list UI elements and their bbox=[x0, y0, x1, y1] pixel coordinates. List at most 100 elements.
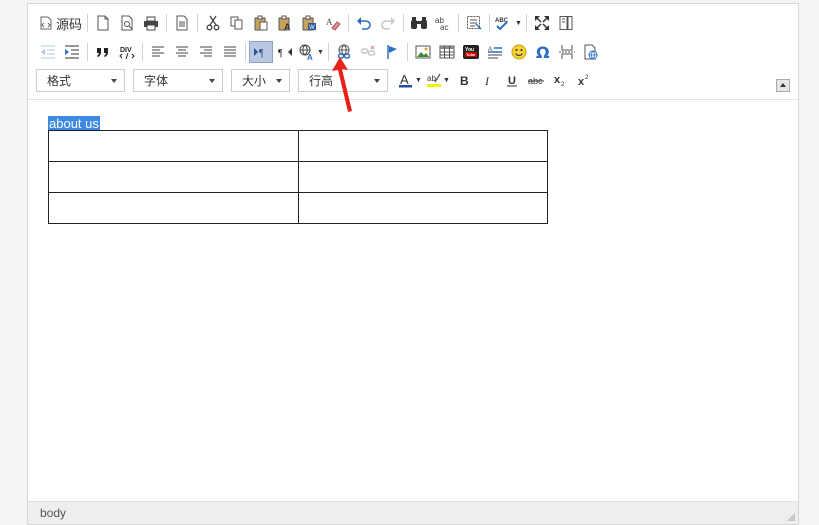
redo-icon bbox=[381, 17, 395, 30]
blockquote-button[interactable] bbox=[91, 41, 115, 63]
subscript-button[interactable]: x2 bbox=[548, 69, 572, 91]
element-path[interactable]: body bbox=[40, 506, 66, 520]
ltr-direction-button[interactable]: ¶ bbox=[249, 41, 273, 63]
chevron-down-icon: ▼ bbox=[443, 76, 450, 84]
table-row bbox=[48, 130, 548, 162]
strikethrough-icon: abc bbox=[528, 76, 544, 86]
align-justify-button[interactable] bbox=[218, 41, 242, 63]
source-button[interactable]: 源码 bbox=[36, 12, 84, 34]
resize-handle[interactable] bbox=[787, 513, 795, 521]
superscript-icon: x2 bbox=[578, 75, 589, 87]
table-cell[interactable] bbox=[297, 161, 548, 193]
special-char-button[interactable]: Ω bbox=[531, 41, 555, 63]
separator bbox=[197, 14, 198, 32]
redo-button[interactable] bbox=[376, 12, 400, 34]
table-cell[interactable] bbox=[48, 192, 299, 224]
div-container-button[interactable]: DIV bbox=[115, 41, 139, 63]
table-cell[interactable] bbox=[297, 192, 548, 224]
strikethrough-button[interactable]: abc bbox=[524, 69, 548, 91]
table-cell[interactable] bbox=[48, 130, 299, 162]
svg-text:x: x bbox=[578, 76, 585, 87]
eraser-icon: A bbox=[326, 17, 341, 31]
language-button[interactable]: A ▼ bbox=[297, 41, 325, 63]
font-color-button[interactable]: A ▼ bbox=[396, 69, 424, 91]
find-button[interactable] bbox=[407, 12, 431, 34]
rtl-direction-button[interactable]: ¶ bbox=[273, 41, 297, 63]
content-table[interactable] bbox=[48, 130, 548, 224]
replace-button[interactable]: ab ac bbox=[431, 12, 455, 34]
copy-button[interactable] bbox=[225, 12, 249, 34]
spellcheck-button[interactable]: ABC ▼ bbox=[493, 12, 523, 34]
bold-button[interactable]: B bbox=[452, 69, 476, 91]
chevron-down-icon: ▼ bbox=[415, 76, 422, 84]
image-button[interactable] bbox=[411, 41, 435, 63]
table-cell[interactable] bbox=[48, 161, 299, 193]
align-right-button[interactable] bbox=[194, 41, 218, 63]
show-blocks-button[interactable] bbox=[554, 12, 578, 34]
indent-button[interactable] bbox=[60, 41, 84, 63]
horizontal-rule-icon: A bbox=[488, 47, 502, 59]
selected-text[interactable]: about us bbox=[48, 116, 100, 131]
paste-word-button[interactable]: W bbox=[297, 12, 321, 34]
chevron-down-icon: ▼ bbox=[317, 48, 324, 56]
svg-text:¶: ¶ bbox=[278, 48, 283, 58]
font-select[interactable]: 字体 bbox=[133, 68, 223, 92]
separator bbox=[407, 43, 408, 61]
page-break-button[interactable] bbox=[555, 41, 579, 63]
globe-language-icon: A bbox=[299, 44, 313, 60]
svg-text:DIV: DIV bbox=[120, 47, 132, 54]
div-icon: DIV bbox=[119, 47, 135, 60]
separator bbox=[489, 14, 490, 32]
cut-button[interactable] bbox=[201, 12, 225, 34]
superscript-button[interactable]: x2 bbox=[572, 69, 596, 91]
youtube-icon: YouTube bbox=[463, 45, 479, 59]
table-button[interactable] bbox=[435, 41, 459, 63]
remove-format-button[interactable]: A bbox=[321, 12, 345, 34]
table-row bbox=[48, 161, 548, 193]
format-select[interactable]: 格式 bbox=[36, 68, 125, 92]
align-center-button[interactable] bbox=[170, 41, 194, 63]
iframe-button[interactable] bbox=[579, 41, 603, 63]
anchor-button[interactable] bbox=[380, 41, 404, 63]
quote-icon bbox=[97, 48, 108, 57]
indent-icon bbox=[65, 45, 79, 59]
undo-button[interactable] bbox=[352, 12, 376, 34]
chevron-down-icon bbox=[374, 78, 380, 83]
ltr-icon: ¶ bbox=[254, 48, 264, 58]
template-button[interactable] bbox=[170, 12, 194, 34]
preview-button[interactable] bbox=[115, 12, 139, 34]
element-path-bar: body bbox=[28, 501, 798, 524]
preview-icon bbox=[121, 15, 132, 31]
youtube-button[interactable]: You Tube bbox=[459, 41, 483, 63]
underline-button[interactable]: U bbox=[500, 69, 524, 91]
chevron-down-icon bbox=[276, 78, 282, 83]
paste-button[interactable] bbox=[249, 12, 273, 34]
align-justify-icon bbox=[224, 46, 236, 57]
size-select[interactable]: 大小 bbox=[231, 68, 290, 92]
select-all-button[interactable] bbox=[462, 12, 486, 34]
smiley-button[interactable] bbox=[507, 41, 531, 63]
new-document-button[interactable] bbox=[91, 12, 115, 34]
background-color-button[interactable]: ab ▼ bbox=[424, 69, 452, 91]
horizontal-rule-button[interactable]: A bbox=[483, 41, 507, 63]
editor-content-area[interactable]: about us bbox=[28, 101, 798, 501]
align-left-button[interactable] bbox=[146, 41, 170, 63]
new-document-icon bbox=[97, 15, 109, 31]
outdent-button[interactable] bbox=[36, 41, 60, 63]
toolbar-row-1: 源码 A W A ab ac ABC ▼ bbox=[36, 11, 578, 35]
collapse-toolbar-button[interactable] bbox=[776, 79, 790, 92]
svg-text:I: I bbox=[484, 74, 490, 87]
paste-text-button[interactable]: A bbox=[273, 12, 297, 34]
italic-button[interactable]: I bbox=[476, 69, 500, 91]
print-button[interactable] bbox=[139, 12, 163, 34]
select-all-icon bbox=[467, 16, 482, 30]
rtl-icon: ¶ bbox=[278, 48, 292, 58]
table-cell[interactable] bbox=[297, 130, 548, 162]
svg-text:A: A bbox=[284, 22, 291, 31]
copy-icon bbox=[230, 16, 243, 30]
unlink-button[interactable] bbox=[356, 41, 380, 63]
svg-text:A: A bbox=[307, 53, 313, 60]
toolbar-row-3: 格式 字体 大小 行高 A ▼ ab ▼ B I U abc x 2 x 2 bbox=[36, 68, 596, 92]
maximize-button[interactable] bbox=[530, 12, 554, 34]
binoculars-icon bbox=[411, 17, 427, 29]
